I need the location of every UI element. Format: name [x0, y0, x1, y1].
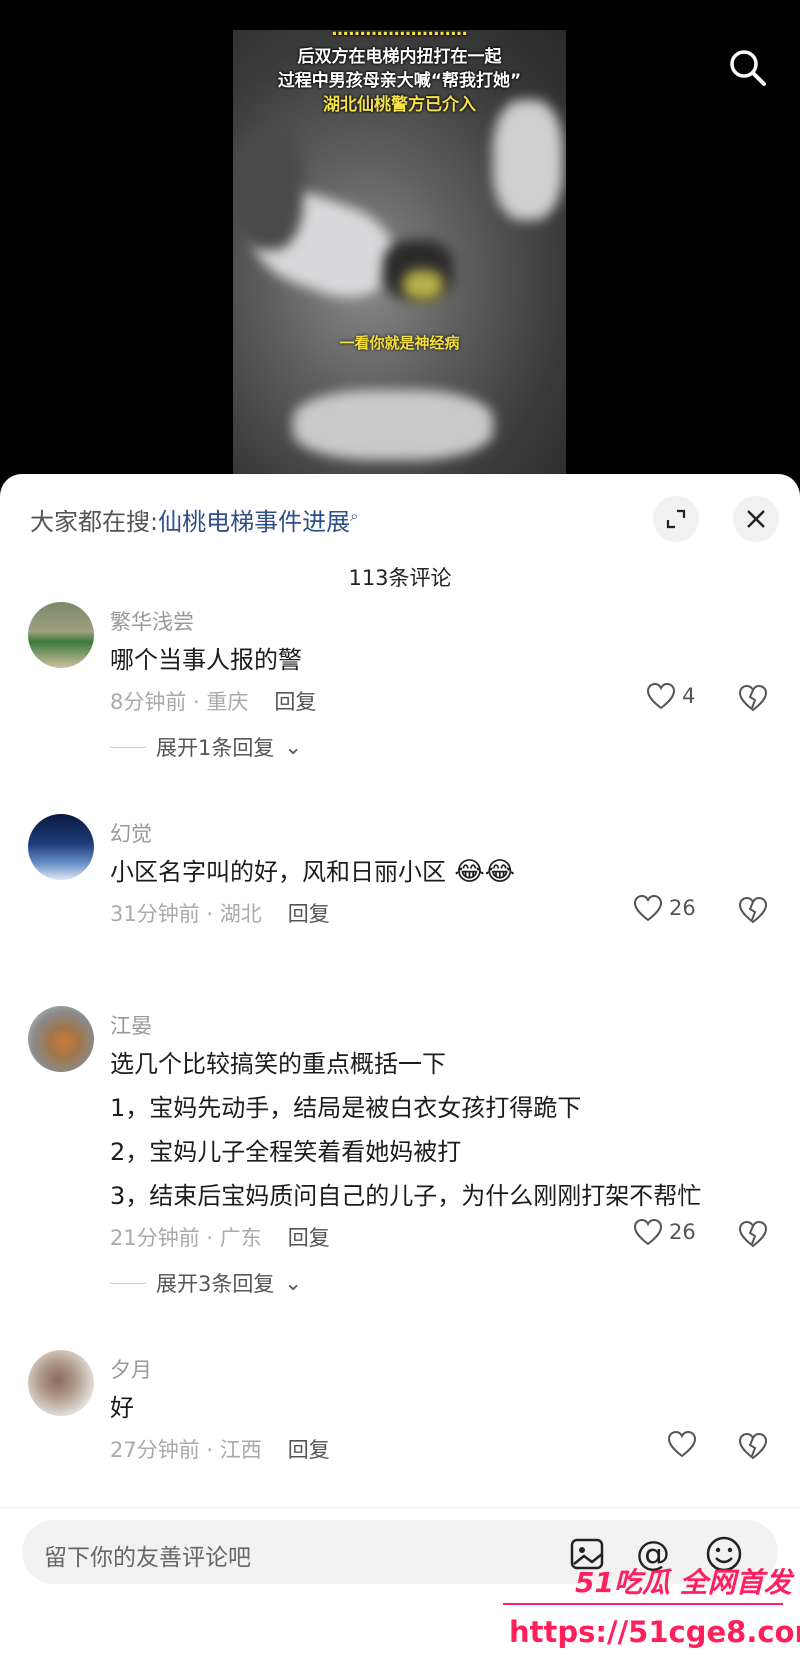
reply-button[interactable]: 回复 [288, 1438, 330, 1462]
comment-meta: 21分钟前 · 广东 回复 [110, 1222, 330, 1252]
like-button[interactable]: 4 [646, 682, 695, 710]
watermark: 51吃瓜 全网首发 https://51cge8.com [495, 1555, 800, 1656]
comment-time-location: 8分钟前 · 重庆 [110, 690, 249, 714]
search-icon [730, 50, 766, 86]
like-count: 26 [669, 1220, 696, 1244]
dislike-button[interactable] [738, 1432, 768, 1462]
chevron-down-icon: ⌄ [284, 1271, 302, 1295]
hot-search-term[interactable]: 仙桃电梯事件进展 [158, 508, 350, 536]
comment-text: 好 [110, 1394, 134, 1422]
dislike-button[interactable] [738, 684, 768, 714]
comment-text-line: 1，宝妈先动手，结局是被白衣女孩打得跪下 [110, 1094, 582, 1122]
video-frame[interactable]: …………………… 后双方在电梯内扭打在一起 过程中男孩母亲大喊“帮我打她” 湖北… [233, 30, 566, 480]
watermark-brand: 51吃瓜 全网首发 [575, 1566, 792, 1599]
search-icon: ⌕ [350, 507, 359, 525]
comment-text: 小区名字叫的好，风和日丽小区 😂😂 [110, 857, 516, 887]
comment-time-location: 21分钟前 · 广东 [110, 1226, 262, 1250]
video-subtitle: 一看你就是神经病 [339, 334, 460, 352]
broken-heart-icon [738, 1220, 768, 1248]
comment-time-location: 31分钟前 · 湖北 [110, 902, 262, 926]
like-button[interactable] [667, 1430, 703, 1458]
broken-heart-icon [738, 1432, 768, 1460]
watermark-url: https://51cge8.com [509, 1615, 800, 1649]
hot-search[interactable]: 大家都在搜:仙桃电梯事件进展⌕ [30, 502, 359, 537]
expand-button[interactable] [653, 496, 699, 542]
comment-username[interactable]: 江晏 [110, 1010, 152, 1040]
laughing-crying-emoji-icon: 😂😂 [446, 857, 516, 887]
heart-icon [633, 894, 663, 922]
video-caption-line-2: 过程中男孩母亲大喊“帮我打她” [277, 71, 522, 91]
broken-heart-icon [738, 684, 768, 712]
dislike-button[interactable] [738, 896, 768, 926]
avatar[interactable] [28, 602, 94, 668]
comment-meta: 31分钟前 · 湖北 回复 [110, 898, 330, 928]
comment-meta: 27分钟前 · 江西 回复 [110, 1434, 330, 1464]
comment-text-line: 3，结束后宝妈质问自己的儿子，为什么刚刚打架不帮忙 [110, 1182, 702, 1210]
search-button[interactable] [728, 48, 768, 88]
reply-button[interactable]: 回复 [288, 902, 330, 926]
comment-text: 哪个当事人报的警 [110, 646, 302, 674]
comment-time-location: 27分钟前 · 江西 [110, 1438, 262, 1462]
comment-text-line: 2，宝妈儿子全程笑着看她妈被打 [110, 1138, 462, 1166]
heart-icon [633, 1218, 663, 1246]
comment-sheet: 大家都在搜:仙桃电梯事件进展⌕ 113条评论 繁华浅尝 哪个当事人报的警 8分钟… [0, 474, 800, 1656]
video-player[interactable]: …………………… 后双方在电梯内扭打在一起 过程中男孩母亲大喊“帮我打她” 湖北… [0, 0, 800, 480]
heart-icon [667, 1430, 697, 1458]
comment-meta: 8分钟前 · 重庆 回复 [110, 686, 316, 716]
watermark-line [503, 1603, 783, 1605]
avatar[interactable] [28, 814, 94, 880]
like-count: 4 [682, 684, 696, 708]
comment-input-placeholder: 留下你的友善评论吧 [44, 1545, 251, 1571]
reply-button[interactable]: 回复 [274, 690, 316, 714]
video-caption-top: …………………… [331, 30, 468, 40]
expand-icon [666, 509, 686, 529]
expand-replies-label: 展开1条回复 [156, 736, 275, 760]
video-caption-line-3: 湖北仙桃警方已介入 [323, 95, 476, 115]
avatar[interactable] [28, 1006, 94, 1072]
divider [110, 1282, 146, 1284]
like-button[interactable]: 26 [633, 894, 696, 922]
dislike-button[interactable] [738, 1220, 768, 1250]
expand-replies-label: 展开3条回复 [156, 1272, 275, 1296]
expand-replies-button[interactable]: 展开3条回复 ⌄ [110, 1268, 302, 1298]
hot-search-prefix: 大家都在搜: [30, 508, 159, 536]
comment-text-line: 选几个比较搞笑的重点概括一下 [110, 1050, 446, 1078]
broken-heart-icon [738, 896, 768, 924]
comment-username[interactable]: 幻觉 [110, 818, 152, 848]
expand-replies-button[interactable]: 展开1条回复 ⌄ [110, 732, 302, 762]
video-caption-line-1: 后双方在电梯内扭打在一起 [297, 47, 502, 67]
like-count: 26 [669, 896, 696, 920]
comment-username[interactable]: 繁华浅尝 [110, 606, 194, 636]
comment-username[interactable]: 夕月 [110, 1354, 152, 1384]
close-icon [747, 510, 765, 528]
avatar[interactable] [28, 1350, 94, 1416]
heart-icon [646, 682, 676, 710]
reply-button[interactable]: 回复 [288, 1226, 330, 1250]
comment-count: 113条评论 [348, 566, 452, 590]
close-button[interactable] [733, 496, 779, 542]
divider [110, 746, 146, 748]
like-button[interactable]: 26 [633, 1218, 696, 1246]
chevron-down-icon: ⌄ [284, 735, 302, 759]
